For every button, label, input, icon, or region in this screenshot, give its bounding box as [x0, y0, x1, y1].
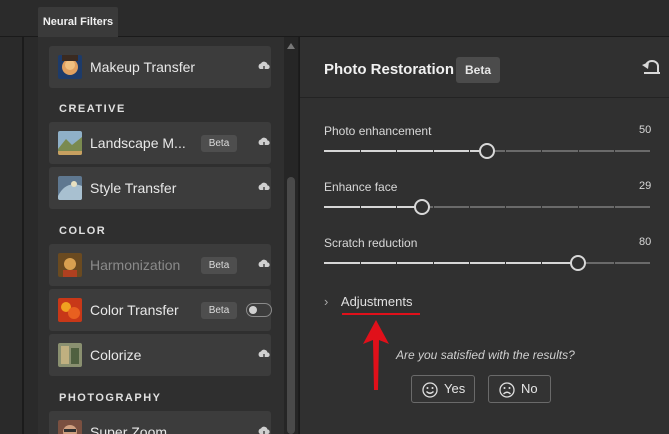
filter-name: Harmonization	[90, 257, 181, 273]
chevron-right-icon: ›	[324, 294, 329, 309]
filter-list-panel: Makeup Transfer CREATIVE Landscape M... …	[38, 37, 298, 434]
panel-header: Photo Restoration Beta	[300, 37, 669, 98]
scroll-up-arrow-icon[interactable]	[287, 43, 295, 49]
slider-tick	[396, 150, 397, 152]
download-cloud-icon[interactable]	[257, 60, 271, 74]
filter-name: Landscape M...	[90, 135, 186, 151]
scrollbar-thumb[interactable]	[287, 177, 295, 434]
download-cloud-icon[interactable]	[257, 181, 271, 195]
filter-name: Color Transfer	[90, 302, 179, 318]
filter-name: Colorize	[90, 347, 142, 363]
slider-tick	[505, 262, 506, 264]
red-arrow-annotation	[363, 320, 389, 390]
filter-item-style-transfer[interactable]: Style Transfer	[49, 167, 271, 209]
slider-tick	[541, 150, 542, 152]
filter-item-landscape-mixer[interactable]: Landscape M... Beta	[49, 122, 271, 164]
photo-enhancement-slider[interactable]	[324, 143, 650, 159]
adjustments-label: Adjustments	[340, 294, 413, 309]
slider-tick	[469, 150, 470, 152]
harmonization-thumbnail	[58, 253, 82, 277]
makeup-transfer-thumbnail	[58, 55, 82, 79]
yes-button[interactable]: Yes	[411, 375, 475, 403]
satisfaction-question: Are you satisfied with the results?	[396, 348, 575, 362]
slider-label-scratch-reduction: Scratch reduction	[324, 236, 418, 250]
slider-value: 80	[639, 236, 652, 248]
slider-handle[interactable]	[479, 143, 495, 159]
no-label: No	[521, 381, 538, 396]
slider-tick	[469, 206, 470, 208]
section-creative: CREATIVE	[59, 103, 126, 115]
slider-tick	[396, 262, 397, 264]
filter-toggle[interactable]	[246, 303, 272, 317]
slider-tick	[396, 206, 397, 208]
filter-item-color-transfer[interactable]: Color Transfer Beta	[49, 289, 272, 331]
slider-label-enhance-face: Enhance face	[324, 180, 398, 194]
section-photography: PHOTOGRAPHY	[59, 392, 162, 404]
frown-icon	[499, 382, 515, 398]
slider-value: 29	[639, 180, 652, 192]
smile-icon	[422, 382, 438, 398]
beta-badge: Beta	[456, 57, 500, 83]
panel-title: Photo Restoration	[324, 61, 454, 78]
slider-tick	[360, 262, 361, 264]
slider-label-photo-enhancement: Photo enhancement	[324, 124, 432, 138]
slider-tick	[541, 262, 542, 264]
download-cloud-icon[interactable]	[257, 258, 271, 272]
slider-fill	[324, 262, 578, 264]
yes-label: Yes	[444, 381, 466, 396]
slider-tick	[614, 206, 615, 208]
slider-tick	[360, 206, 361, 208]
slider-tick	[433, 262, 434, 264]
slider-tick	[433, 150, 434, 152]
enhance-face-slider[interactable]	[324, 199, 650, 215]
no-button[interactable]: No	[488, 375, 551, 403]
slider-fill	[324, 150, 487, 152]
list-scrollbar[interactable]	[284, 37, 298, 434]
filter-settings-panel: Photo Restoration Beta Photo enhancement…	[299, 37, 669, 434]
color-transfer-thumbnail	[58, 298, 82, 322]
red-underline-annotation	[342, 313, 420, 315]
slider-value: 50	[639, 124, 652, 136]
colorize-thumbnail	[58, 343, 82, 367]
slider-tick	[541, 206, 542, 208]
super-zoom-thumbnail	[58, 420, 82, 434]
filter-item-harmonization[interactable]: Harmonization Beta	[49, 244, 271, 286]
slider-tick	[433, 206, 434, 208]
filter-item-makeup-transfer[interactable]: Makeup Transfer	[49, 46, 271, 88]
reset-icon[interactable]	[642, 59, 662, 75]
download-cloud-icon[interactable]	[257, 348, 271, 362]
filter-item-super-zoom[interactable]: Super Zoom	[49, 411, 271, 434]
slider-tick	[578, 206, 579, 208]
slider-handle[interactable]	[414, 199, 430, 215]
tab-neural-filters[interactable]: Neural Filters	[38, 7, 118, 37]
strip-divider	[22, 37, 24, 434]
section-color: COLOR	[59, 225, 107, 237]
toggle-knob	[249, 305, 257, 314]
filter-name: Super Zoom	[90, 424, 168, 434]
scratch-reduction-slider[interactable]	[324, 255, 650, 271]
slider-tick	[469, 262, 470, 264]
download-cloud-icon[interactable]	[257, 425, 271, 434]
slider-fill	[324, 206, 422, 208]
filter-name: Makeup Transfer	[90, 59, 196, 75]
adjustments-toggle[interactable]: › Adjustments	[324, 294, 412, 309]
slider-tick	[614, 262, 615, 264]
landscape-mixer-thumbnail	[58, 131, 82, 155]
beta-badge: Beta	[201, 257, 237, 274]
beta-badge: Beta	[201, 302, 237, 319]
style-transfer-thumbnail	[58, 176, 82, 200]
slider-tick	[360, 150, 361, 152]
slider-tick	[578, 150, 579, 152]
slider-tick	[614, 150, 615, 152]
filter-item-colorize[interactable]: Colorize	[49, 334, 271, 376]
filter-name: Style Transfer	[90, 180, 177, 196]
slider-tick	[505, 150, 506, 152]
left-tool-strip	[0, 37, 38, 434]
slider-tick	[505, 206, 506, 208]
download-cloud-icon[interactable]	[257, 136, 271, 150]
slider-handle[interactable]	[570, 255, 586, 271]
beta-badge: Beta	[201, 135, 237, 152]
